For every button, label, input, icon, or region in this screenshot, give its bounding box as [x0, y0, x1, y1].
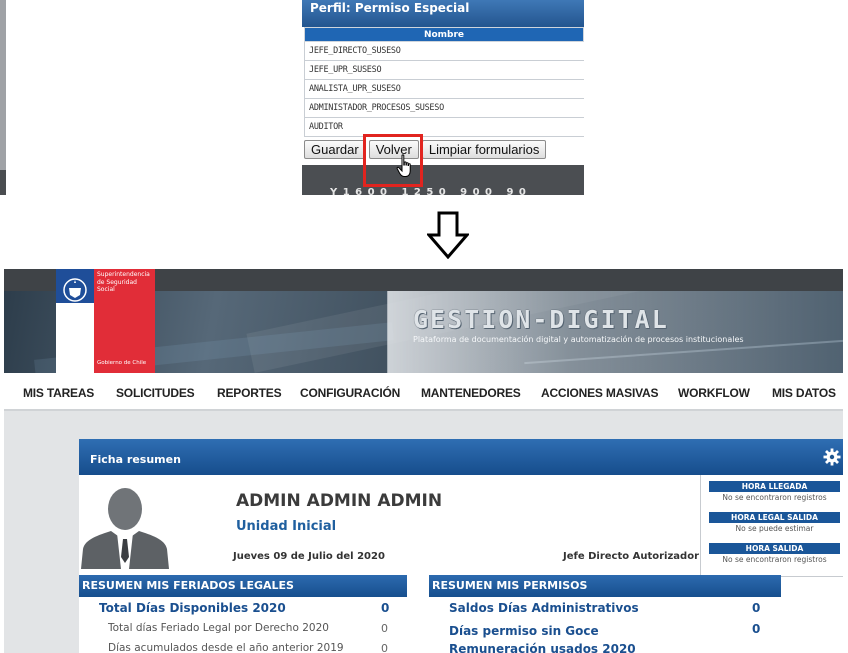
panel-title: Perfil: Permiso Especial	[302, 0, 584, 27]
saldos-administrativos-label[interactable]: Saldos Días Administrativos	[449, 601, 639, 615]
user-name: ADMIN ADMIN ADMIN	[236, 491, 443, 511]
hora-salida-value: No se encontraron registros	[722, 555, 827, 564]
column-header-nombre: Nombre	[304, 27, 584, 42]
approver-role: Jefe Directo Autorizador	[563, 551, 700, 562]
suseso-logo[interactable]: Superintendencia de Seguridad Social Gob…	[56, 269, 155, 373]
gobierno-label: Gobierno de Chile	[97, 360, 147, 366]
feriados-section-header: RESUMEN MIS FERIADOS LEGALES	[79, 575, 407, 597]
total-dias-disponibles-value: 0	[381, 601, 390, 615]
dias-acumulados-label: Días acumulados desde el año anterior 20…	[108, 642, 344, 653]
total-dias-disponibles-label[interactable]: Total Días Disponibles 2020	[99, 601, 286, 615]
table-row[interactable]: JEFE_UPR_SUSESO	[304, 60, 584, 80]
card-header: Ficha resumen	[79, 439, 843, 475]
attendance-box: HORA LLEGADA No se encontraron registros…	[700, 475, 843, 577]
menu-mantenedores[interactable]: MANTENEDORES	[421, 386, 521, 400]
permiso-sin-goce-value: 0	[752, 622, 761, 636]
hora-legal-salida-header: HORA LEGAL SALIDA	[709, 512, 840, 523]
hora-salida-header: HORA SALIDA	[709, 543, 840, 554]
menu-solicitudes[interactable]: SOLICITUDES	[116, 386, 195, 400]
profile-table: Nombre JEFE_DIRECTO_SUSESO JEFE_UPR_SUSE…	[304, 27, 584, 137]
user-unit: Unidad Inicial	[236, 519, 337, 534]
guardar-button[interactable]: Guardar	[304, 140, 366, 159]
hora-llegada-value: No se encontraron registros	[722, 493, 827, 502]
coat-of-arms-icon	[63, 278, 87, 302]
menu-mis-datos[interactable]: MIS DATOS	[772, 386, 836, 400]
summary-card: Ficha resumen ADMIN ADMIN ADMIN Unidad I…	[79, 439, 843, 653]
main-menu: MIS TAREAS SOLICITUDES REPORTES CONFIGUR…	[4, 373, 843, 411]
permission-profile-panel: Perfil: Permiso Especial Nombre JEFE_DIR…	[302, 0, 584, 195]
table-row[interactable]: ADMINISTADOR_PROCESOS_SUSESO	[304, 98, 584, 118]
down-arrow-icon	[427, 211, 469, 259]
menu-mis-tareas[interactable]: MIS TAREAS	[23, 386, 94, 400]
limpiar-formularios-button[interactable]: Limpiar formularios	[421, 140, 547, 159]
brand-subtitle: Plataforma de documentación digital y au…	[413, 335, 744, 344]
form-actions: Guardar Volver Limpiar formularios	[304, 140, 549, 159]
table-row[interactable]: AUDITOR	[304, 117, 584, 137]
brand-title: GESTION-DIGITAL	[413, 305, 669, 334]
gestion-digital-app: GESTION-DIGITAL Plataforma de documentac…	[4, 269, 843, 653]
feriado-derecho-value: 0	[381, 622, 388, 635]
hora-llegada-header: HORA LLEGADA	[709, 481, 840, 492]
feriado-derecho-label: Total días Feriado Legal por Derecho 202…	[108, 622, 329, 634]
hora-legal-salida-value: No se puede estimar	[735, 524, 814, 533]
menu-reportes[interactable]: REPORTES	[217, 386, 282, 400]
permiso-sin-goce-label[interactable]: Días permiso sin Goce Remuneración usado…	[449, 622, 679, 653]
card-title: Ficha resumen	[90, 453, 181, 466]
saldos-administrativos-value: 0	[752, 601, 761, 615]
current-date: Jueves 09 de Julio del 2020	[233, 551, 385, 562]
table-row[interactable]: ANALISTA_UPR_SUSESO	[304, 79, 584, 99]
gear-icon[interactable]	[823, 448, 841, 466]
dias-acumulados-value: 0	[381, 642, 388, 653]
table-row[interactable]: JEFE_DIRECTO_SUSESO	[304, 41, 584, 61]
permisos-section-header: RESUMEN MIS PERMISOS	[429, 575, 781, 597]
menu-acciones-masivas[interactable]: ACCIONES MASIVAS	[541, 386, 658, 400]
previous-window-edge	[0, 0, 6, 195]
menu-configuracion[interactable]: CONFIGURACIÓN	[300, 386, 400, 400]
avatar	[79, 479, 169, 569]
hand-pointer-icon	[396, 154, 411, 177]
menu-workflow[interactable]: WORKFLOW	[678, 386, 750, 400]
panel-footer: Y 1 6 0 0 1 2 5 0 9 0 0 9 0	[302, 165, 584, 195]
